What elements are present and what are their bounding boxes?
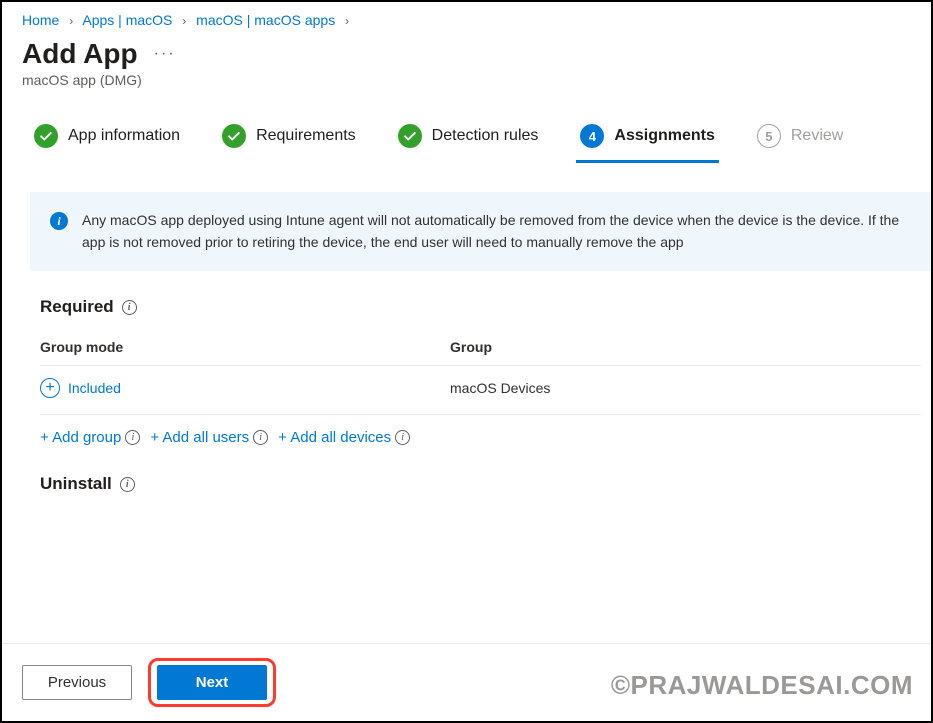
next-button[interactable]: Next bbox=[157, 665, 267, 700]
info-banner: i Any macOS app deployed using Intune ag… bbox=[30, 192, 931, 271]
breadcrumb: Home › Apps | macOS › macOS | macOS apps… bbox=[2, 2, 931, 34]
section-uninstall: Uninstall i bbox=[30, 456, 931, 526]
breadcrumb-apps-macos[interactable]: Apps | macOS bbox=[82, 12, 172, 28]
step-label: Detection rules bbox=[432, 127, 539, 145]
breadcrumb-macos-apps[interactable]: macOS | macOS apps bbox=[196, 12, 335, 28]
wizard-footer: Previous Next bbox=[2, 643, 931, 721]
add-all-devices-link[interactable]: + Add all devices i bbox=[278, 429, 410, 446]
step-number-badge: 4 bbox=[580, 124, 604, 148]
column-header-group-mode: Group mode bbox=[40, 339, 450, 355]
step-number-badge: 5 bbox=[757, 124, 781, 148]
add-all-users-link[interactable]: + Add all users i bbox=[150, 429, 268, 446]
step-label: Review bbox=[791, 127, 843, 145]
check-icon bbox=[34, 124, 58, 148]
info-icon[interactable]: i bbox=[253, 430, 268, 445]
info-banner-text: Any macOS app deployed using Intune agen… bbox=[82, 210, 911, 253]
section-title: Required bbox=[40, 297, 114, 317]
step-detection-rules[interactable]: Detection rules bbox=[394, 114, 543, 163]
step-label: Requirements bbox=[256, 127, 356, 145]
group-mode-label: Included bbox=[68, 380, 121, 396]
add-group-link[interactable]: + Add group i bbox=[40, 429, 140, 446]
more-icon[interactable]: ··· bbox=[154, 45, 176, 63]
highlight-annotation: Next bbox=[148, 658, 276, 707]
group-name: macOS Devices bbox=[450, 380, 921, 396]
previous-button[interactable]: Previous bbox=[22, 665, 132, 700]
add-all-users-label: + Add all users bbox=[150, 429, 249, 446]
step-label: App information bbox=[68, 127, 180, 145]
add-all-devices-label: + Add all devices bbox=[278, 429, 391, 446]
step-review: 5 Review bbox=[753, 114, 847, 163]
wizard-stepper: App information Requirements Detection r… bbox=[2, 114, 931, 164]
check-icon bbox=[222, 124, 246, 148]
plus-circle-icon: + bbox=[40, 378, 60, 398]
page-title: Add App bbox=[22, 38, 138, 70]
chevron-right-icon: › bbox=[182, 14, 186, 28]
step-app-information[interactable]: App information bbox=[30, 114, 184, 163]
breadcrumb-home[interactable]: Home bbox=[22, 12, 59, 28]
table-row: + Included macOS Devices bbox=[40, 366, 921, 415]
step-requirements[interactable]: Requirements bbox=[218, 114, 360, 163]
info-icon[interactable]: i bbox=[120, 477, 135, 492]
section-required: Required i Group mode Group + Included m… bbox=[30, 271, 931, 456]
group-mode-toggle[interactable]: + Included bbox=[40, 378, 121, 398]
info-icon[interactable]: i bbox=[122, 300, 137, 315]
check-icon bbox=[398, 124, 422, 148]
info-icon[interactable]: i bbox=[125, 430, 140, 445]
page-subtitle: macOS app (DMG) bbox=[2, 72, 931, 114]
step-assignments[interactable]: 4 Assignments bbox=[576, 114, 718, 163]
chevron-right-icon: › bbox=[69, 14, 73, 28]
section-title: Uninstall bbox=[40, 474, 112, 494]
column-header-group: Group bbox=[450, 339, 921, 355]
step-label: Assignments bbox=[614, 127, 714, 145]
info-icon[interactable]: i bbox=[395, 430, 410, 445]
chevron-right-icon: › bbox=[345, 14, 349, 28]
info-icon: i bbox=[50, 212, 68, 230]
add-group-label: + Add group bbox=[40, 429, 121, 446]
